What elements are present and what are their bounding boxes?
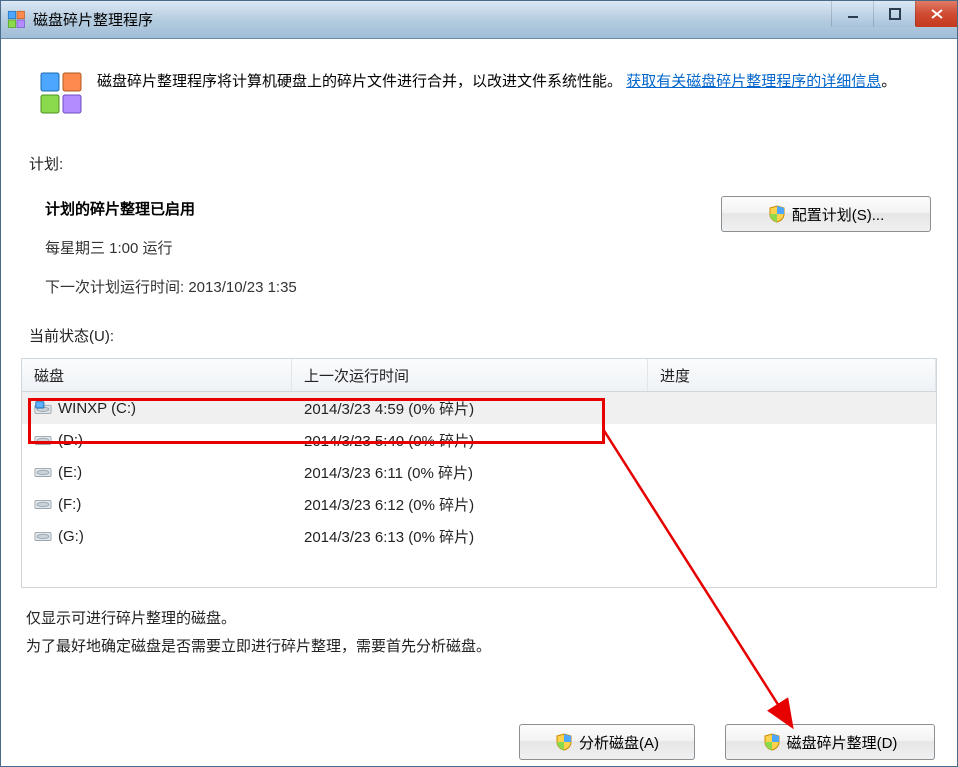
table-row[interactable]: (F:) 2014/3/23 6:12 (0% 碎片) xyxy=(22,488,936,520)
footer-buttons: 分析磁盘(A) 磁盘碎片整理(D) xyxy=(519,724,935,760)
col-last-run[interactable]: 上一次运行时间 xyxy=(292,359,648,391)
intro-help-link[interactable]: 获取有关磁盘碎片整理程序的详细信息 xyxy=(626,73,881,90)
note-line-2: 为了最好地确定磁盘是否需要立即进行碎片整理，需要首先分析磁盘。 xyxy=(26,634,937,660)
shield-icon xyxy=(555,733,573,751)
table-body: WINXP (C:) 2014/3/23 4:59 (0% 碎片) (D:) 201… xyxy=(22,392,936,552)
disk-cell: WINXP (C:) xyxy=(22,400,292,417)
disk-table: 磁盘 上一次运行时间 进度 WINXP (C:) 2014/3/23 4:59 (… xyxy=(21,358,937,588)
disk-name: (D:) xyxy=(58,432,83,449)
window-main: 磁盘碎片整理程序 xyxy=(0,0,958,767)
configure-schedule-label: 配置计划(S)... xyxy=(792,204,885,225)
minimize-button[interactable] xyxy=(831,1,873,27)
disk-cell: (D:) xyxy=(22,432,292,449)
defrag-icon-small xyxy=(7,10,27,30)
configure-schedule-button[interactable]: 配置计划(S)... xyxy=(721,196,931,232)
intro-text: 磁盘碎片整理程序将计算机硬盘上的碎片文件进行合并，以改进文件系统性能。 获取有关… xyxy=(97,69,896,95)
note-line-1: 仅显示可进行碎片整理的磁盘。 xyxy=(26,606,937,632)
intro-row: 磁盘碎片整理程序将计算机硬盘上的碎片文件进行合并，以改进文件系统性能。 获取有关… xyxy=(37,69,931,117)
titlebar: 磁盘碎片整理程序 xyxy=(1,1,957,39)
schedule-label: 计划: xyxy=(29,153,937,174)
schedule-enabled-text: 计划的碎片整理已启用 xyxy=(45,198,721,219)
disk-cell: (F:) xyxy=(22,496,292,513)
table-header: 磁盘 上一次运行时间 进度 xyxy=(22,359,936,392)
drive-icon xyxy=(34,432,52,448)
disk-name: WINXP (C:) xyxy=(58,400,136,417)
os-drive-icon xyxy=(34,400,52,416)
content-area: 磁盘碎片整理程序将计算机硬盘上的碎片文件进行合并，以改进文件系统性能。 获取有关… xyxy=(1,39,957,679)
defrag-disk-label: 磁盘碎片整理(D) xyxy=(787,732,898,753)
drive-icon xyxy=(34,464,52,480)
disk-cell: (E:) xyxy=(22,464,292,481)
schedule-next-text: 下一次计划运行时间: 2013/10/23 1:35 xyxy=(45,276,721,297)
intro-prefix: 磁盘碎片整理程序将计算机硬盘上的碎片文件进行合并，以改进文件系统性能。 xyxy=(97,73,622,90)
drive-icon xyxy=(34,528,52,544)
defrag-disk-button[interactable]: 磁盘碎片整理(D) xyxy=(725,724,935,760)
disk-name: (G:) xyxy=(58,528,84,545)
shield-icon xyxy=(763,733,781,751)
schedule-area: 计划的碎片整理已启用 每星期三 1:00 运行 下一次计划运行时间: 2013/… xyxy=(21,180,937,297)
status-label: 当前状态(U): xyxy=(29,325,937,346)
disk-name: (F:) xyxy=(58,496,81,513)
last-run-cell: 2014/3/23 6:11 (0% 碎片) xyxy=(292,462,648,483)
table-row[interactable]: WINXP (C:) 2014/3/23 4:59 (0% 碎片) xyxy=(22,392,936,424)
analyze-disk-label: 分析磁盘(A) xyxy=(579,732,659,753)
maximize-button[interactable] xyxy=(873,1,915,27)
schedule-info: 计划的碎片整理已启用 每星期三 1:00 运行 下一次计划运行时间: 2013/… xyxy=(27,182,721,297)
last-run-cell: 2014/3/23 6:12 (0% 碎片) xyxy=(292,494,648,515)
defrag-icon xyxy=(37,69,85,117)
intro-period: 。 xyxy=(881,73,896,90)
drive-icon xyxy=(34,496,52,512)
disk-name: (E:) xyxy=(58,464,82,481)
last-run-cell: 2014/3/23 6:13 (0% 碎片) xyxy=(292,526,648,547)
disk-cell: (G:) xyxy=(22,528,292,545)
analyze-disk-button[interactable]: 分析磁盘(A) xyxy=(519,724,695,760)
close-button[interactable] xyxy=(915,1,957,27)
window-title: 磁盘碎片整理程序 xyxy=(33,9,153,30)
schedule-every-text: 每星期三 1:00 运行 xyxy=(45,237,721,258)
col-disk[interactable]: 磁盘 xyxy=(22,359,292,391)
table-row[interactable]: (G:) 2014/3/23 6:13 (0% 碎片) xyxy=(22,520,936,552)
last-run-cell: 2014/3/23 4:59 (0% 碎片) xyxy=(292,398,648,419)
window-controls xyxy=(831,1,957,29)
table-row[interactable]: (E:) 2014/3/23 6:11 (0% 碎片) xyxy=(22,456,936,488)
last-run-cell: 2014/3/23 5:40 (0% 碎片) xyxy=(292,430,648,451)
shield-icon xyxy=(768,205,786,223)
col-progress[interactable]: 进度 xyxy=(648,359,936,391)
table-row[interactable]: (D:) 2014/3/23 5:40 (0% 碎片) xyxy=(22,424,936,456)
